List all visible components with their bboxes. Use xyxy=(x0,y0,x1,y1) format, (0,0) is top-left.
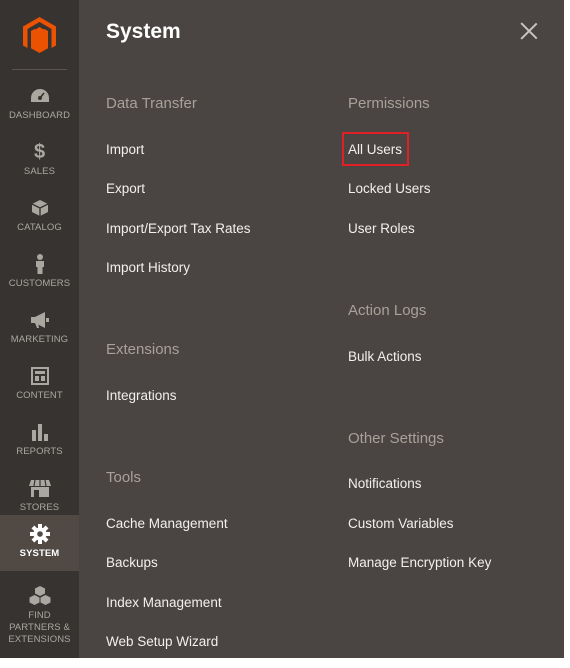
nav-sales[interactable]: $ SALES xyxy=(0,133,79,189)
link-web-setup-wizard[interactable]: Web Setup Wizard xyxy=(106,634,218,649)
dashboard-icon xyxy=(0,85,79,107)
system-menu-panel: System Data Transfer Import Export Impor… xyxy=(79,0,564,658)
link-import-history[interactable]: Import History xyxy=(106,260,190,275)
link-index-management[interactable]: Index Management xyxy=(106,595,222,610)
section-title-extensions: Extensions xyxy=(106,341,180,358)
nav-customers-label: CUSTOMERS xyxy=(8,278,71,289)
cubes-icon xyxy=(0,585,79,607)
layout-icon xyxy=(0,365,79,387)
nav-stores-label: STORES xyxy=(19,502,60,513)
section-title-tools: Tools xyxy=(106,469,142,486)
admin-sidebar: DASHBOARD $ SALES CATALOG CUSTOMERS MARK… xyxy=(0,0,79,658)
link-import-export-tax-rates[interactable]: Import/Export Tax Rates xyxy=(106,221,251,236)
link-integrations[interactable]: Integrations xyxy=(106,388,177,403)
link-notifications[interactable]: Notifications xyxy=(348,476,422,491)
nav-customers[interactable]: CUSTOMERS xyxy=(0,245,79,301)
storefront-icon xyxy=(0,477,79,499)
link-locked-users[interactable]: Locked Users xyxy=(348,181,431,196)
magento-logo-icon xyxy=(23,17,56,53)
person-icon xyxy=(0,253,79,275)
nav-system[interactable]: SYSTEM xyxy=(0,515,79,571)
link-all-users[interactable]: All Users xyxy=(348,142,402,157)
close-icon[interactable] xyxy=(520,22,538,40)
section-title-action-logs: Action Logs xyxy=(348,302,427,319)
panel-title: System xyxy=(106,20,181,43)
box-icon xyxy=(0,197,79,219)
link-cache-management[interactable]: Cache Management xyxy=(106,516,228,531)
nav-marketing-label: MARKETING xyxy=(10,334,69,345)
nav-catalog[interactable]: CATALOG xyxy=(0,189,79,245)
section-title-data-transfer: Data Transfer xyxy=(106,95,197,112)
bar-chart-icon xyxy=(0,421,79,443)
nav-system-label: SYSTEM xyxy=(19,548,60,559)
link-export[interactable]: Export xyxy=(106,181,145,196)
link-bulk-actions[interactable]: Bulk Actions xyxy=(348,349,422,364)
link-user-roles[interactable]: User Roles xyxy=(348,221,415,236)
nav-content-label: CONTENT xyxy=(16,390,63,401)
dollar-icon: $ xyxy=(33,140,46,163)
nav-sales-label: SALES xyxy=(23,166,56,177)
megaphone-icon xyxy=(0,309,79,331)
logo-divider xyxy=(12,69,67,70)
magento-logo[interactable] xyxy=(0,0,79,70)
nav-find-partners[interactable]: FIND PARTNERS & EXTENSIONS xyxy=(0,577,79,657)
section-title-other-settings: Other Settings xyxy=(348,430,444,447)
nav-content[interactable]: CONTENT xyxy=(0,357,79,413)
page-background-edge xyxy=(564,0,570,658)
link-custom-variables[interactable]: Custom Variables xyxy=(348,516,454,531)
nav-marketing[interactable]: MARKETING xyxy=(0,301,79,357)
link-manage-encryption-key[interactable]: Manage Encryption Key xyxy=(348,555,491,570)
nav-reports-label: REPORTS xyxy=(16,446,63,457)
nav-catalog-label: CATALOG xyxy=(17,222,62,233)
nav-find-partners-label: FIND PARTNERS & EXTENSIONS xyxy=(8,610,71,645)
nav-dashboard-label: DASHBOARD xyxy=(8,110,71,121)
section-title-permissions: Permissions xyxy=(348,95,430,112)
nav-reports[interactable]: REPORTS xyxy=(0,413,79,469)
link-backups[interactable]: Backups xyxy=(106,555,158,570)
link-import[interactable]: Import xyxy=(106,142,144,157)
gear-icon xyxy=(0,523,79,545)
admin-app: DASHBOARD $ SALES CATALOG CUSTOMERS MARK… xyxy=(0,0,570,668)
nav-dashboard[interactable]: DASHBOARD xyxy=(0,77,79,133)
